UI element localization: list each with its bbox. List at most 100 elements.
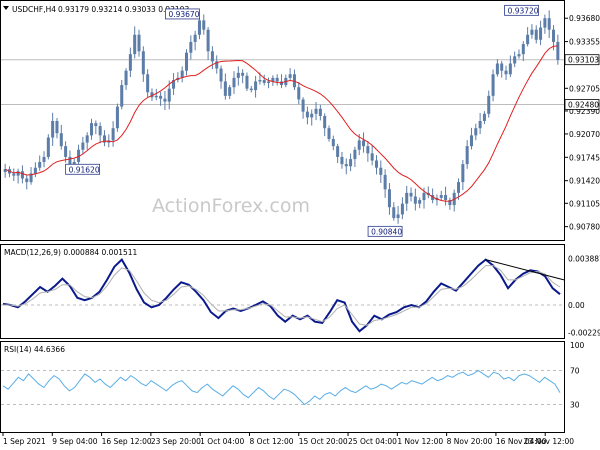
candle-body xyxy=(258,80,262,82)
time-tick-label: 16 Sep 12:00 xyxy=(102,437,152,446)
candle-body xyxy=(457,182,461,193)
candle-body xyxy=(552,29,556,42)
candle-body xyxy=(111,128,115,141)
candle-body xyxy=(469,135,473,147)
candle-body xyxy=(12,173,16,176)
candle-body xyxy=(288,74,292,78)
rsi-tick-label: 30 xyxy=(570,401,580,410)
price-tick-label: 0.92705 xyxy=(569,84,600,93)
candle-body xyxy=(349,159,353,167)
candle-body xyxy=(42,156,46,162)
candle-body xyxy=(223,81,227,96)
candle-body xyxy=(120,85,124,107)
candle-body xyxy=(318,108,322,116)
candle-body xyxy=(383,174,387,190)
candle-body xyxy=(374,160,379,168)
moving-average xyxy=(4,45,558,202)
candle-body xyxy=(521,44,525,55)
candle-body xyxy=(379,167,383,175)
candle-body xyxy=(370,153,374,161)
candle-body xyxy=(180,70,184,78)
candle-body xyxy=(197,20,201,35)
candle-body xyxy=(141,51,145,75)
time-axis: 1 Sep 2021 9 Sep 04:00 16 Sep 12:00 23 Sep … xyxy=(2,432,574,446)
candle-body xyxy=(547,18,551,30)
price-annotation-label: 0.93720 xyxy=(508,6,539,15)
candle-body xyxy=(133,34,137,55)
candle-body xyxy=(124,70,128,86)
candle-body xyxy=(55,121,59,134)
price-header: USDCHF,H4 0.93179 0.93214 0.93033 0.9310… xyxy=(3,5,189,14)
candle-body xyxy=(362,140,366,147)
candle-body xyxy=(495,63,499,75)
candle-body xyxy=(159,95,163,99)
macd-y-axis: 0.003887 0.00 -0.002294 xyxy=(568,255,600,338)
candle-body xyxy=(228,87,232,96)
candle-body xyxy=(241,72,245,76)
time-tick-label: 1 Sep 2021 xyxy=(3,437,46,446)
candle-body xyxy=(508,63,512,75)
candle-body xyxy=(81,142,85,150)
rsi-tick-label: 70 xyxy=(570,367,580,376)
candle-body xyxy=(478,121,482,129)
candle-body xyxy=(25,178,29,183)
dropdown-arrow-icon[interactable] xyxy=(3,6,9,10)
candle-body xyxy=(422,192,426,201)
price-tick-label: 0.91745 xyxy=(569,153,600,162)
candle-body xyxy=(482,113,486,121)
candle-body xyxy=(68,156,72,165)
candle-body xyxy=(392,207,396,219)
candle-body xyxy=(539,27,543,40)
rsi-y-axis: 100 70 30 xyxy=(570,341,585,410)
candle-body xyxy=(275,77,279,82)
candle-body xyxy=(163,98,167,102)
candle-body xyxy=(85,135,89,143)
candle-body xyxy=(314,108,318,114)
time-tick-label: 9 Sep 04:00 xyxy=(52,437,98,446)
price-annotation-label: 0.93670 xyxy=(168,10,199,19)
time-tick-label: 23 Sep 20:00 xyxy=(151,437,201,446)
candle-body xyxy=(20,171,24,179)
macd-panel-frame xyxy=(0,244,565,339)
chart-window: ActionForex.com USDCHF,H4 0.93179 0.9321… xyxy=(0,0,600,450)
candle-body xyxy=(236,72,240,78)
candle-body xyxy=(513,56,517,64)
signal-line xyxy=(3,265,561,326)
candle-body xyxy=(517,54,521,57)
candle-body xyxy=(310,113,314,118)
candle-body xyxy=(232,77,236,88)
candle-body xyxy=(327,128,331,139)
time-tick-label: 8 Oct 12:00 xyxy=(249,437,293,446)
candle-body xyxy=(210,51,214,62)
rsi-header: RSI(14) 44.6366 xyxy=(4,345,65,354)
candle-body xyxy=(262,80,266,83)
price-annotation-label: 0.91620 xyxy=(69,165,100,174)
candle-body xyxy=(461,164,465,183)
candle-body xyxy=(534,29,538,40)
candle-body xyxy=(439,195,443,198)
candle-body xyxy=(323,115,327,129)
candle-body xyxy=(405,192,409,204)
macd-lines xyxy=(2,257,565,333)
watermark: ActionForex.com xyxy=(152,195,310,217)
candle-body xyxy=(491,74,495,96)
rsi-line xyxy=(2,369,561,406)
candle-body xyxy=(184,52,189,71)
price-tag-label: 0.92480 xyxy=(568,100,599,109)
candle-body xyxy=(72,161,76,165)
candle-body xyxy=(444,195,448,201)
candle-body xyxy=(193,34,197,42)
candle-body xyxy=(305,111,309,118)
candle-body xyxy=(331,138,335,147)
time-tick-label: 1 Nov 12:00 xyxy=(397,437,443,446)
price-tick-label: 0.90780 xyxy=(569,223,600,232)
rsi-tick-label: 100 xyxy=(570,341,585,350)
candle-body xyxy=(167,88,171,102)
time-tick-label: 23 Nov 12:00 xyxy=(523,437,574,446)
candle-body xyxy=(504,70,508,75)
chart-canvas: ActionForex.com USDCHF,H4 0.93179 0.9321… xyxy=(0,0,600,446)
price-tag-label: 0.93103 xyxy=(568,56,599,65)
candle-body xyxy=(387,189,391,208)
candle-body xyxy=(51,121,55,138)
rsi-panel-frame xyxy=(0,341,565,433)
